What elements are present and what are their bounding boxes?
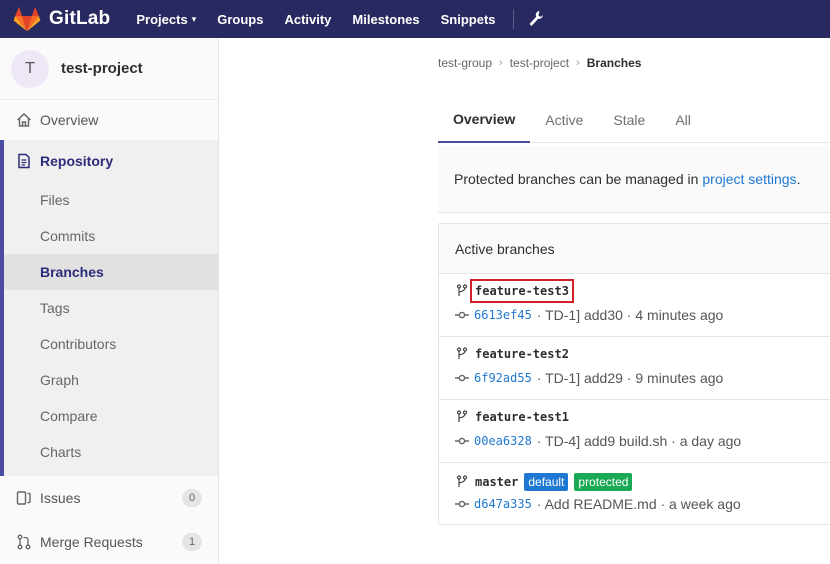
sidebar-subitem-files[interactable]: Files [0,182,218,218]
nav-activity[interactable]: Activity [284,12,331,27]
sidebar-item-issues-label: Issues [40,490,81,506]
branch-icon [456,410,468,422]
sidebar-subitem-contributors[interactable]: Contributors [0,326,218,362]
brand-name: GitLab [49,8,111,29]
commit-icon [455,374,469,382]
project-sidebar: T test-project Overview Repository Files… [0,38,219,564]
sidebar-item-overview-label: Overview [40,112,99,128]
sidebar-subitem-graph[interactable]: Graph [0,362,218,398]
merge-request-icon [16,534,32,550]
commit-icon [455,437,469,445]
project-settings-link[interactable]: project settings [702,171,796,187]
sidebar-subitem-compare[interactable]: Compare [0,398,218,434]
project-avatar: T [11,49,49,88]
notice-text: Protected branches can be managed in [454,171,699,187]
commit-icon [455,311,469,319]
branch-name-link[interactable]: master [475,475,518,489]
nav-projects-label: Projects [136,11,188,27]
sidebar-item-merge-requests[interactable]: Merge Requests 1 [0,520,218,564]
issues-icon [16,490,32,506]
branch-name-link[interactable]: feature-test1 [475,410,569,424]
commit-sha-link[interactable]: 00ea6328 [474,434,532,448]
branch-row: feature-test2 6f92ad55 · TD-1] add29 · 9… [439,337,830,400]
breadcrumb-group[interactable]: test-group [438,56,492,70]
default-branch-badge: default [524,473,569,491]
sidebar-item-merge-requests-label: Merge Requests [40,534,143,550]
commit-sha-link[interactable]: 6613ef45 [474,308,532,322]
sidebar-item-issues[interactable]: Issues 0 [0,476,218,520]
merge-requests-count-badge: 1 [182,533,202,551]
top-navbar: GitLab Projects ▾ Groups Activity Milest… [0,0,830,38]
commit-sha-link[interactable]: 6f92ad55 [474,371,532,385]
sidebar-item-repository-label: Repository [40,153,114,169]
sidebar-subitem-charts[interactable]: Charts [0,434,218,470]
sidebar-repository-group: Repository Files Commits Branches Tags C… [0,140,218,476]
chevron-right-icon: › [499,57,503,69]
notice-suffix: . [796,171,801,187]
chevron-down-icon: ▾ [191,13,197,24]
nav-snippets[interactable]: Snippets [441,12,496,27]
breadcrumb: test-group › test-project › Branches [438,56,641,70]
commit-message[interactable]: · TD-4] add9 build.sh · a day ago [537,433,741,449]
active-branches-panel: Active branches feature-test3 6613ef45 ·… [438,223,830,525]
gitlab-home-link[interactable]: GitLab [13,6,110,32]
commit-message[interactable]: · TD-1] add29 · 9 minutes ago [537,370,724,386]
sidebar-item-overview[interactable]: Overview [0,100,218,140]
commit-sha-link[interactable]: d647a335 [474,497,532,511]
document-icon [16,153,32,169]
nav-projects[interactable]: Projects ▾ [136,12,196,27]
branches-tabs: Overview Active Stale All [438,97,830,143]
panel-title: Active branches [439,224,830,274]
branch-name-link[interactable]: feature-test2 [475,347,569,361]
tab-stale[interactable]: Stale [598,97,660,143]
sidebar-subitem-tags[interactable]: Tags [0,290,218,326]
commit-icon [455,500,469,508]
commit-message[interactable]: · TD-1] add30 · 4 minutes ago [537,307,724,323]
issues-count-badge: 0 [182,489,202,507]
branch-name-link[interactable]: feature-test3 [470,279,574,303]
branch-row: master default protected d647a335 · Add … [439,463,830,526]
protected-branch-badge: protected [574,473,633,491]
tab-active[interactable]: Active [530,97,598,143]
chevron-right-icon: › [576,57,580,69]
nav-groups[interactable]: Groups [217,12,263,27]
home-icon [16,112,32,128]
branch-icon [456,475,468,487]
tab-overview[interactable]: Overview [438,97,531,143]
tab-all[interactable]: All [660,97,706,143]
nav-milestones[interactable]: Milestones [352,12,419,27]
sidebar-subitem-branches[interactable]: Branches [0,254,218,290]
sidebar-subitem-commits[interactable]: Commits [0,218,218,254]
admin-wrench-icon[interactable] [528,10,544,28]
branch-icon [456,284,468,296]
sidebar-project-header[interactable]: T test-project [0,38,218,100]
sidebar-item-repository[interactable]: Repository [0,140,218,182]
sidebar-project-name: test-project [61,60,143,77]
commit-message[interactable]: · Add README.md · a week ago [537,496,741,512]
breadcrumb-current[interactable]: Branches [587,56,642,70]
protected-branches-notice: Protected branches can be managed in pro… [438,146,830,213]
nav-divider [512,9,514,29]
gitlab-logo-icon [13,6,41,32]
branch-row: feature-test1 00ea6328 · TD-4] add9 buil… [439,400,830,463]
branch-icon [456,347,468,359]
branch-row: feature-test3 6613ef45 · TD-1] add30 · 4… [439,274,830,337]
breadcrumb-project[interactable]: test-project [510,56,569,70]
